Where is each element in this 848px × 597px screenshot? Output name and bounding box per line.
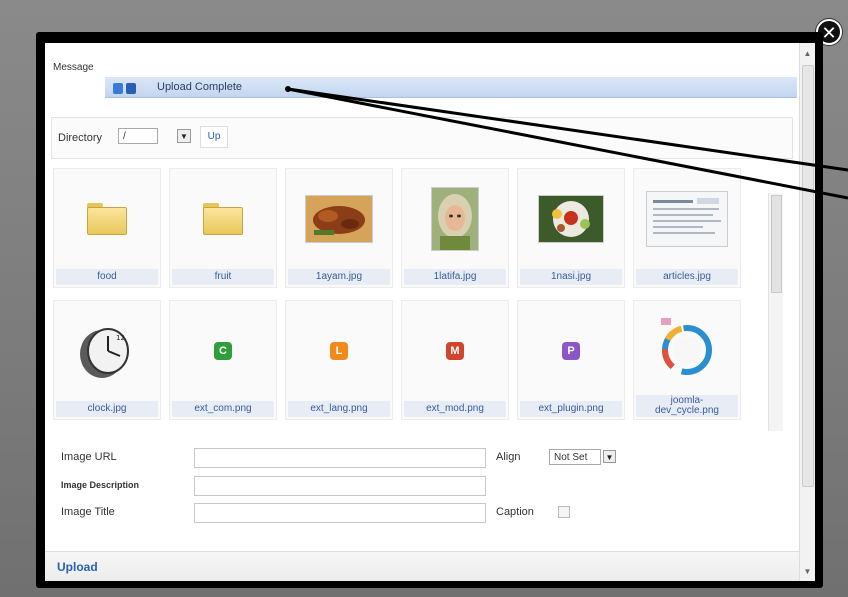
image-title-input[interactable]	[194, 503, 486, 523]
file-tile-ext-plugin[interactable]: P ext_plugin.png	[517, 300, 625, 420]
scroll-up-icon[interactable]: ▲	[800, 47, 815, 61]
file-grid-scrollbar[interactable]	[768, 193, 783, 431]
upload-section[interactable]: Upload	[45, 551, 800, 581]
align-label: Align	[496, 451, 521, 463]
message-icon	[126, 83, 136, 94]
scroll-down-icon[interactable]: ▼	[800, 565, 815, 579]
file-label: ext_lang.png	[288, 401, 390, 417]
directory-up-button[interactable]: Up	[200, 126, 228, 148]
file-tile-1ayam[interactable]: 1ayam.jpg	[285, 168, 393, 288]
directory-label: Directory	[58, 132, 103, 144]
scrollbar[interactable]: ▲ ▼	[799, 43, 815, 581]
scrollbar-thumb[interactable]	[771, 195, 782, 293]
file-label: clock.jpg	[56, 401, 158, 417]
file-label-line: dev_cycle.png	[655, 405, 719, 416]
align-select[interactable]: Not Set	[549, 449, 601, 465]
language-icon: L	[330, 342, 348, 360]
image-properties-form: Image URL Align Not Set ▼ Image Descript…	[51, 436, 791, 541]
file-label: articles.jpg	[636, 269, 738, 285]
image-manager-dialog: Message Upload Complete Directory / ▼ Up…	[45, 43, 815, 581]
file-label: 1nasi.jpg	[520, 269, 622, 285]
file-label: fruit	[172, 269, 274, 285]
image-url-input[interactable]	[194, 448, 486, 468]
caption-label: Caption	[496, 506, 534, 518]
file-tile-1nasi[interactable]: 1nasi.jpg	[517, 168, 625, 288]
file-tile-fruit[interactable]: fruit	[169, 168, 277, 288]
file-label: ext_com.png	[172, 401, 274, 417]
image-description-label: Image Description	[61, 480, 140, 490]
file-tile-clock[interactable]: 12 clock.jpg	[53, 300, 161, 420]
file-grid: food fruit 1ayam.jpg 1latifa.jpg 1nasi.j…	[51, 168, 787, 426]
message-icon	[113, 83, 123, 94]
caption-checkbox[interactable]	[558, 506, 570, 518]
message-label: Message	[53, 62, 94, 73]
file-tile-ext-lang[interactable]: L ext_lang.png	[285, 300, 393, 420]
upload-label: Upload	[57, 560, 98, 574]
file-label: 1latifa.jpg	[404, 269, 506, 285]
chevron-down-icon[interactable]: ▼	[177, 129, 191, 143]
directory-select[interactable]: /	[118, 128, 158, 144]
scrollbar-thumb[interactable]	[802, 65, 814, 487]
image-title-label: Image Title	[61, 506, 115, 518]
file-tile-ext-mod[interactable]: M ext_mod.png	[401, 300, 509, 420]
directory-row: Directory / ▼ Up	[51, 117, 793, 159]
file-label: 1ayam.jpg	[288, 269, 390, 285]
file-label: ext_plugin.png	[520, 401, 622, 417]
thumbnail-image: 12	[80, 328, 129, 378]
file-tile-joomla-dev-cycle[interactable]: joomla- dev_cycle.png	[633, 300, 741, 420]
folder-icon	[87, 203, 127, 235]
thumbnail-image	[431, 187, 479, 251]
message-text: Upload Complete	[157, 81, 242, 93]
message-bar: Upload Complete	[105, 77, 797, 98]
file-tile-1latifa[interactable]: 1latifa.jpg	[401, 168, 509, 288]
file-label: ext_mod.png	[404, 401, 506, 417]
module-icon: M	[446, 342, 464, 360]
thumbnail-image	[646, 191, 728, 247]
thumbnail-image	[538, 195, 604, 243]
folder-icon	[203, 203, 243, 235]
thumbnail-image	[305, 195, 373, 243]
thumbnail-image	[661, 318, 712, 375]
svg-text:12: 12	[116, 334, 125, 342]
component-icon: C	[214, 342, 232, 360]
image-description-input[interactable]	[194, 476, 486, 496]
file-label: food	[56, 269, 158, 285]
chevron-down-icon[interactable]: ▼	[603, 450, 616, 463]
file-tile-food[interactable]: food	[53, 168, 161, 288]
file-label: joomla- dev_cycle.png	[636, 395, 738, 417]
file-tile-articles[interactable]: articles.jpg	[633, 168, 741, 288]
plugin-icon: P	[562, 342, 580, 360]
file-tile-ext-com[interactable]: C ext_com.png	[169, 300, 277, 420]
image-url-label: Image URL	[61, 451, 117, 463]
